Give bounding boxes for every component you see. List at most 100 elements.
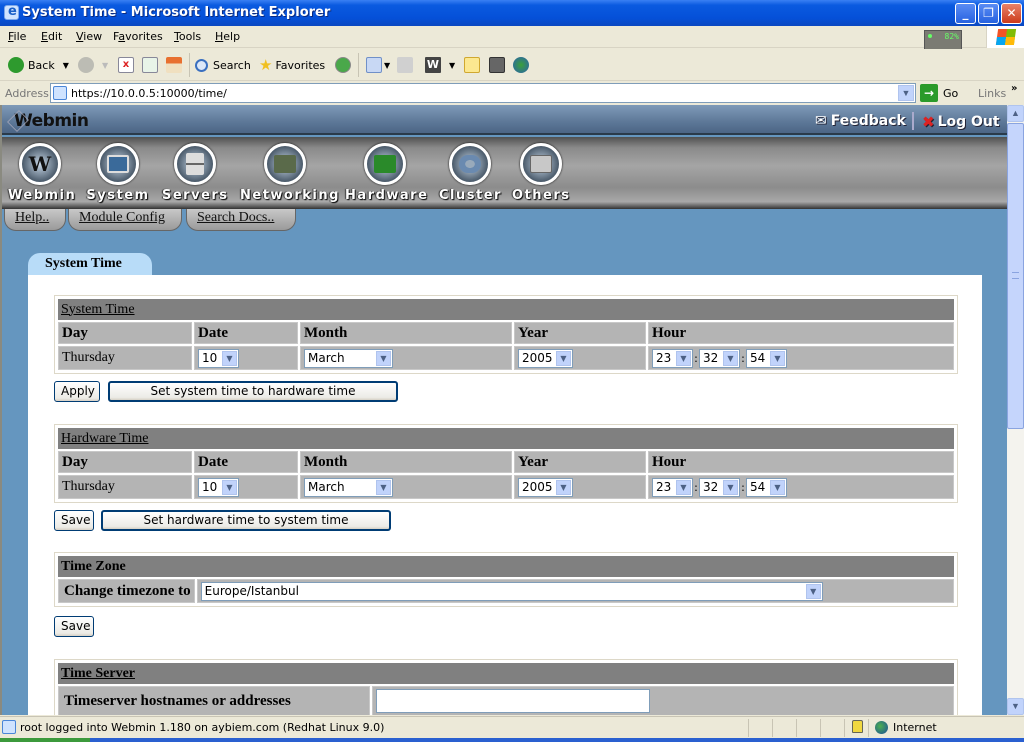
help-link[interactable]: Help.. — [4, 209, 66, 231]
logout-link[interactable]: ✖ Log Out — [922, 113, 1000, 131]
menu-tools[interactable]: Tools — [174, 30, 201, 43]
edit-icon: W — [425, 57, 441, 73]
home-button[interactable] — [166, 56, 182, 74]
month-select[interactable]: March ▼ — [304, 348, 393, 368]
hw-month-select[interactable]: March ▼ — [304, 477, 393, 497]
stop-button[interactable]: x — [118, 56, 134, 74]
research-icon — [489, 57, 505, 73]
hour-select[interactable]: 23 ▼ — [652, 348, 693, 368]
apply-button[interactable]: Apply — [54, 381, 100, 402]
timezone-save-button[interactable]: Save — [54, 616, 94, 637]
col-hour: Hour — [648, 322, 954, 344]
menu-edit[interactable]: Edit — [41, 30, 62, 43]
date-value: 10 — [202, 351, 218, 365]
status-divider — [844, 719, 845, 737]
day-value: Thursday — [58, 475, 192, 499]
network-percent: 82% — [944, 32, 959, 41]
links-more-icon[interactable]: » — [1011, 83, 1017, 94]
search-docs-link[interactable]: Search Docs.. — [186, 209, 296, 231]
webmin-logo[interactable]: Webmin — [14, 111, 89, 131]
history-button[interactable] — [335, 56, 351, 74]
hw-second-select[interactable]: 54 ▼ — [746, 477, 787, 497]
vertical-scrollbar[interactable]: ▲ ▼ — [1007, 105, 1024, 715]
menu-help[interactable]: Help — [215, 30, 240, 43]
favorites-button[interactable]: ★ Favorites — [259, 56, 325, 74]
hw-save-button[interactable]: Save — [54, 510, 94, 531]
hardware-time-title[interactable]: Hardware Time — [61, 431, 149, 446]
status-divider — [796, 719, 797, 737]
nav-others[interactable]: Others — [512, 143, 570, 203]
hw-hour-select[interactable]: 23 ▼ — [652, 477, 693, 497]
scroll-thumb[interactable] — [1007, 123, 1024, 429]
mail-icon — [366, 57, 382, 73]
system-time-title[interactable]: System Time — [61, 302, 135, 317]
menu-favorites[interactable]: Favorites — [113, 30, 163, 43]
time-server-title[interactable]: Time Server — [61, 666, 135, 681]
module-config-link[interactable]: Module Config — [68, 209, 182, 231]
chevron-down-icon: ▼ — [556, 350, 571, 366]
mail-dropdown-icon[interactable]: ▼ — [384, 61, 390, 70]
edit-button[interactable]: W ▼ — [425, 56, 455, 74]
menu-file[interactable]: File — [8, 30, 26, 43]
col-month: Month — [300, 322, 512, 344]
back-dropdown-icon[interactable]: ▼ — [63, 61, 69, 70]
set-system-to-hardware-button[interactable]: Set system time to hardware time — [108, 381, 398, 402]
col-month: Month — [300, 451, 512, 473]
col-day: Day — [58, 322, 192, 344]
second-value: 54 — [750, 351, 766, 365]
timezone-select[interactable]: Europe/Istanbul ▼ — [200, 581, 823, 601]
chevron-down-icon: ▼ — [770, 479, 785, 495]
second-select[interactable]: 54 ▼ — [746, 348, 787, 368]
chevron-down-icon: ▼ — [805, 583, 821, 599]
refresh-button[interactable] — [142, 56, 158, 74]
home-icon — [166, 57, 182, 73]
security-zone: Internet — [893, 721, 937, 734]
status-divider — [820, 719, 821, 737]
set-hardware-to-system-button[interactable]: Set hardware time to system time — [101, 510, 391, 531]
section-header: Time Server — [58, 663, 954, 684]
links-button[interactable]: Links — [978, 87, 1006, 100]
menu-view[interactable]: View — [76, 30, 102, 43]
tab-system-time[interactable]: System Time — [28, 253, 152, 276]
go-button[interactable]: → Go — [920, 84, 958, 102]
minute-select[interactable]: 32 ▼ — [699, 348, 740, 368]
lock-icon[interactable] — [852, 720, 863, 733]
ie-icon — [4, 4, 19, 20]
back-button[interactable]: Back ▼ — [8, 56, 69, 74]
nav-webmin[interactable]: W Webmin — [8, 143, 77, 203]
mail-button[interactable]: ▼ — [366, 56, 390, 74]
address-dropdown-icon[interactable]: ▼ — [898, 85, 914, 101]
window-title: System Time - Microsoft Internet Explore… — [22, 5, 331, 20]
nav-cluster[interactable]: Cluster — [439, 143, 501, 203]
month-value: March — [308, 351, 345, 365]
note-button[interactable] — [464, 56, 480, 74]
nav-hardware[interactable]: Hardware — [345, 143, 427, 203]
edit-dropdown-icon[interactable]: ▼ — [449, 61, 455, 70]
hw-year-select[interactable]: 2005 ▼ — [518, 477, 573, 497]
section-header: System Time — [58, 299, 954, 320]
nav-networking[interactable]: Networking — [240, 143, 338, 203]
nav-system[interactable]: System — [86, 143, 150, 203]
address-input[interactable]: https://10.0.0.5:10000/time/ ▼ — [50, 83, 916, 103]
status-text: root logged into Webmin 1.180 on aybiem.… — [20, 721, 385, 734]
research-button[interactable] — [489, 56, 505, 74]
feedback-link[interactable]: ✉ Feedback — [815, 113, 906, 129]
scroll-up-icon[interactable]: ▲ — [1007, 105, 1024, 122]
search-button[interactable]: Search — [195, 56, 251, 74]
hw-minute-select[interactable]: 32 ▼ — [699, 477, 740, 497]
forward-button[interactable]: ▼ — [78, 56, 108, 74]
hw-date-select[interactable]: 10 ▼ — [198, 477, 239, 497]
year-select[interactable]: 2005 ▼ — [518, 348, 573, 368]
address-url[interactable]: https://10.0.0.5:10000/time/ — [71, 87, 227, 100]
go-label: Go — [943, 86, 959, 100]
minimize-button[interactable]: _ — [955, 3, 976, 24]
scroll-down-icon[interactable]: ▼ — [1007, 698, 1024, 715]
date-select[interactable]: 10 ▼ — [198, 348, 239, 368]
close-button[interactable]: ✕ — [1001, 3, 1022, 24]
nav-label: Webmin — [8, 188, 77, 203]
nav-servers[interactable]: Servers — [162, 143, 228, 203]
messenger-button[interactable] — [513, 56, 529, 74]
timeserver-input[interactable] — [376, 689, 650, 713]
print-button[interactable] — [397, 56, 413, 74]
restore-button[interactable]: ❐ — [978, 3, 999, 24]
